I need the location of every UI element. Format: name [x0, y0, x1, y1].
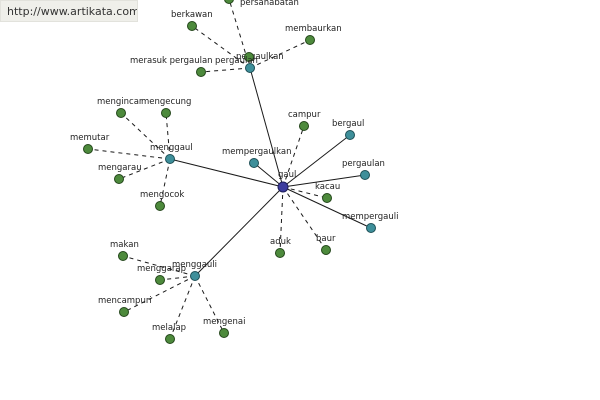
node-label-bergaul: bergaul [332, 119, 364, 129]
node-merasuk-pergaulan[interactable]: merasuk pergaulan [130, 56, 213, 77]
node-gaul[interactable]: gaul [277, 170, 296, 193]
node-label-mengincar: mengincar [97, 97, 143, 107]
node-marker-merasuk-pergaulan[interactable] [196, 67, 206, 77]
node-marker-melalap[interactable] [165, 334, 175, 344]
node-marker-pergaulan[interactable] [360, 170, 370, 180]
node-marker-mengenai[interactable] [219, 328, 229, 338]
edge-pergaulkan-merasuk-pergaulan [200, 67, 251, 73]
node-label-membaurkan: membaurkan [285, 24, 342, 34]
node-pergaulan[interactable]: pergaulan [342, 159, 385, 180]
node-label-mengocok: mengocok [140, 190, 184, 200]
node-marker-baur[interactable] [321, 245, 331, 255]
node-marker-mengarau[interactable] [114, 174, 124, 184]
node-marker-gaul[interactable] [277, 181, 289, 193]
node-marker-menggauli[interactable] [190, 271, 200, 281]
node-marker-memutar[interactable] [83, 144, 93, 154]
node-label-pergaulan: pergaulan [342, 159, 385, 169]
node-baur[interactable]: baur [316, 234, 336, 255]
nodes-layer: gaulpergaulkanmenggaulmenggaulimempergau… [70, 0, 398, 344]
node-berkawan[interactable]: berkawan [171, 10, 213, 31]
node-marker-mengincar[interactable] [116, 108, 126, 118]
node-label-mempergauli: mempergauli [342, 212, 398, 222]
node-kacau[interactable]: kacau [315, 182, 340, 203]
node-marker-menggarap[interactable] [155, 275, 165, 285]
node-marker-persahabatan[interactable] [224, 0, 234, 4]
node-marker-mengecung[interactable] [161, 108, 171, 118]
node-bergaul[interactable]: bergaul [332, 119, 364, 140]
node-mengocok[interactable]: mengocok [140, 190, 184, 211]
node-label-menggaul: menggaul [150, 143, 193, 153]
node-menggarap[interactable]: menggarap [137, 264, 186, 285]
node-label-makan: makan [110, 240, 139, 250]
node-mempergaulkan[interactable]: mempergaulkan [222, 147, 291, 168]
node-marker-campur[interactable] [299, 121, 309, 131]
node-label-merasuk-pergaulan: merasuk pergaulan [130, 56, 213, 66]
node-marker-membaurkan[interactable] [305, 35, 315, 45]
node-makan[interactable]: makan [110, 240, 139, 261]
node-marker-makan[interactable] [118, 251, 128, 261]
node-label-melalap: melalap [152, 323, 186, 333]
node-aduk[interactable]: aduk [270, 237, 291, 258]
node-mengecung[interactable]: mengecung [141, 97, 191, 118]
node-marker-mempergaulkan[interactable] [249, 158, 259, 168]
node-label-berkawan: berkawan [171, 10, 213, 20]
node-label-menggarap: menggarap [137, 264, 186, 274]
node-mempergauli[interactable]: mempergauli [342, 212, 398, 233]
node-menggaul[interactable]: menggaul [150, 143, 193, 164]
node-campur[interactable]: campur [288, 110, 321, 131]
node-label-mempergaulkan: mempergaulkan [222, 147, 291, 157]
node-marker-mengocok[interactable] [155, 201, 165, 211]
node-mengenai[interactable]: mengenai [203, 317, 245, 338]
node-mencampuri[interactable]: mencampuri [98, 296, 152, 317]
node-marker-mencampuri[interactable] [119, 307, 129, 317]
node-label-gaul: gaul [278, 170, 296, 180]
node-membaurkan[interactable]: membaurkan [285, 24, 342, 45]
node-marker-menggaul[interactable] [165, 154, 175, 164]
node-label-memutar: memutar [70, 133, 110, 143]
node-label-campur: campur [288, 110, 321, 120]
node-label-baur: baur [316, 234, 336, 244]
node-label-aduk: aduk [270, 237, 291, 247]
node-melalap[interactable]: melalap [152, 323, 186, 344]
node-mengarau[interactable]: mengarau [98, 163, 142, 184]
node-label-kacau: kacau [315, 182, 340, 192]
node-label-mengenai: mengenai [203, 317, 245, 327]
node-marker-aduk[interactable] [275, 248, 285, 258]
word-relation-graph: gaulpergaulkanmenggaulmenggaulimempergau… [70, 0, 398, 344]
node-marker-berkawan[interactable] [187, 21, 197, 31]
node-label-pergaulan-2: pergaulan [215, 56, 258, 66]
node-label-mengecung: mengecung [141, 97, 191, 107]
node-label-mencampuri: mencampuri [98, 296, 152, 306]
node-persahabatan[interactable]: persahabatan [224, 0, 299, 8]
node-marker-mempergauli[interactable] [366, 223, 376, 233]
node-label-persahabatan: persahabatan [240, 0, 299, 8]
node-marker-bergaul[interactable] [345, 130, 355, 140]
node-marker-kacau[interactable] [322, 193, 332, 203]
edge-menggauli-menggarap [159, 275, 196, 281]
node-label-mengarau: mengarau [98, 163, 142, 173]
node-mengincar[interactable]: mengincar [97, 97, 143, 118]
